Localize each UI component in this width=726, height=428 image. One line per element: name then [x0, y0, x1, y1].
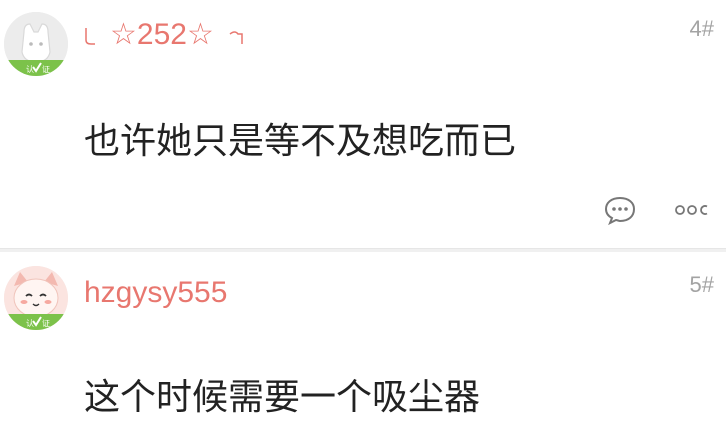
floor-number: 5# — [689, 272, 714, 297]
username-deco-left-icon — [85, 28, 95, 45]
svg-text:认: 认 — [26, 318, 34, 328]
svg-text:证: 证 — [42, 319, 50, 328]
floor-number: 4# — [689, 16, 714, 41]
avatar[interactable]: 认 证 — [4, 266, 68, 330]
avatar[interactable]: 认 证 — [4, 12, 68, 76]
avatar-image: 认 证 — [4, 266, 68, 330]
username[interactable]: ☆252☆ — [110, 18, 214, 52]
post-content: 这个时候需要一个吸尘器 — [84, 377, 481, 418]
post-content: 也许她只是等不及想吃而已 — [84, 121, 517, 162]
svg-text:认: 认 — [26, 64, 34, 74]
username-text: ☆252☆ — [110, 18, 214, 51]
post-item: 认 证 ☆252☆ 4# 也许她只是等不及想吃而已 — [0, 0, 726, 248]
username-text: hzgysy555 — [84, 276, 228, 309]
svg-text:证: 证 — [42, 65, 50, 74]
username-deco-right-icon — [229, 31, 243, 44]
comment-icon[interactable] — [602, 192, 638, 228]
more-icon[interactable] — [672, 192, 712, 228]
username[interactable]: hzgysy555 — [84, 276, 227, 310]
post-item: 认 证 hzgysy555 5# 这个时候需要一个吸尘器 — [0, 252, 726, 428]
avatar-image: 认 证 — [4, 12, 68, 76]
